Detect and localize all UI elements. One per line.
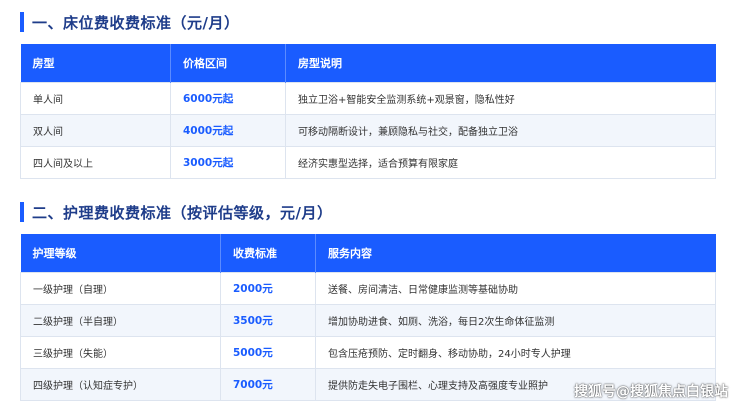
header-room-description: 房型说明 (285, 44, 716, 82)
care-level-cell: 一级护理（自理） (20, 271, 221, 305)
header-service-content: 服务内容 (315, 234, 716, 272)
description-cell: 经济实惠型选择，适合预算有限家庭 (285, 145, 716, 179)
price-cell: 6000元起 (170, 81, 286, 115)
price-cell: 4000元起 (170, 113, 286, 147)
table-row: 三级护理（失能） 5000元 包含压疮预防、定时翻身、移动协助，24小时专人护理 (20, 335, 716, 369)
table-row: 二级护理（半自理） 3500元 增加协助进食、如厕、洗浴，每日2次生命体征监测 (20, 303, 716, 337)
room-type-cell: 四人间及以上 (20, 145, 171, 179)
header-fee-standard: 收费标准 (220, 234, 316, 272)
table-row: 双人间 4000元起 可移动隔断设计，兼顾隐私与社交，配备独立卫浴 (20, 113, 716, 147)
care-level-cell: 四级护理（认知症专护） (20, 367, 221, 401)
care-level-cell: 二级护理（半自理） (20, 303, 221, 337)
care-level-cell: 三级护理（失能） (20, 335, 221, 369)
care-fee-heading: 二、护理费收费标准（按评估等级，元/月） (20, 198, 715, 226)
price-cell: 3000元起 (170, 145, 286, 179)
fee-cell: 7000元 (220, 367, 316, 401)
fee-cell: 5000元 (220, 335, 316, 369)
care-fee-title: 二、护理费收费标准（按评估等级，元/月） (32, 203, 333, 222)
bed-fee-table: 房型 价格区间 房型说明 单人间 6000元起 独立卫浴+智能安全监测系统+观景… (20, 44, 716, 179)
care-fee-table: 护理等级 收费标准 服务内容 一级护理（自理） 2000元 送餐、房间清洁、日常… (20, 234, 716, 401)
bed-fee-title: 一、床位费收费标准（元/月） (32, 13, 240, 32)
heading-accent-bar (20, 12, 24, 32)
table-header-row: 护理等级 收费标准 服务内容 (20, 234, 716, 272)
table-row: 单人间 6000元起 独立卫浴+智能安全监测系统+观景窗，隐私性好 (20, 81, 716, 115)
header-care-level: 护理等级 (20, 234, 221, 272)
room-type-cell: 双人间 (20, 113, 171, 147)
bed-fee-section: 一、床位费收费标准（元/月） 房型 价格区间 房型说明 单人间 6000元起 独… (20, 8, 716, 179)
service-cell: 包含压疮预防、定时翻身、移动协助，24小时专人护理 (315, 335, 716, 369)
fee-cell: 3500元 (220, 303, 316, 337)
watermark-text: 搜狐号@搜狐焦点白银站 (574, 384, 728, 400)
heading-accent-bar (20, 202, 24, 222)
room-type-cell: 单人间 (20, 81, 171, 115)
table-header-row: 房型 价格区间 房型说明 (20, 44, 716, 82)
description-cell: 独立卫浴+智能安全监测系统+观景窗，隐私性好 (285, 81, 716, 115)
fee-cell: 2000元 (220, 271, 316, 305)
service-cell: 增加协助进食、如厕、洗浴，每日2次生命体征监测 (315, 303, 716, 337)
bed-fee-heading: 一、床位费收费标准（元/月） (20, 8, 715, 36)
service-cell: 送餐、房间清洁、日常健康监测等基础协助 (315, 271, 716, 305)
header-room-type: 房型 (20, 44, 171, 82)
table-row: 四人间及以上 3000元起 经济实惠型选择，适合预算有限家庭 (20, 145, 716, 179)
care-fee-section: 二、护理费收费标准（按评估等级，元/月） 护理等级 收费标准 服务内容 一级护理… (20, 198, 716, 401)
header-price-range: 价格区间 (170, 44, 286, 82)
description-cell: 可移动隔断设计，兼顾隐私与社交，配备独立卫浴 (285, 113, 716, 147)
table-row: 一级护理（自理） 2000元 送餐、房间清洁、日常健康监测等基础协助 (20, 271, 716, 305)
